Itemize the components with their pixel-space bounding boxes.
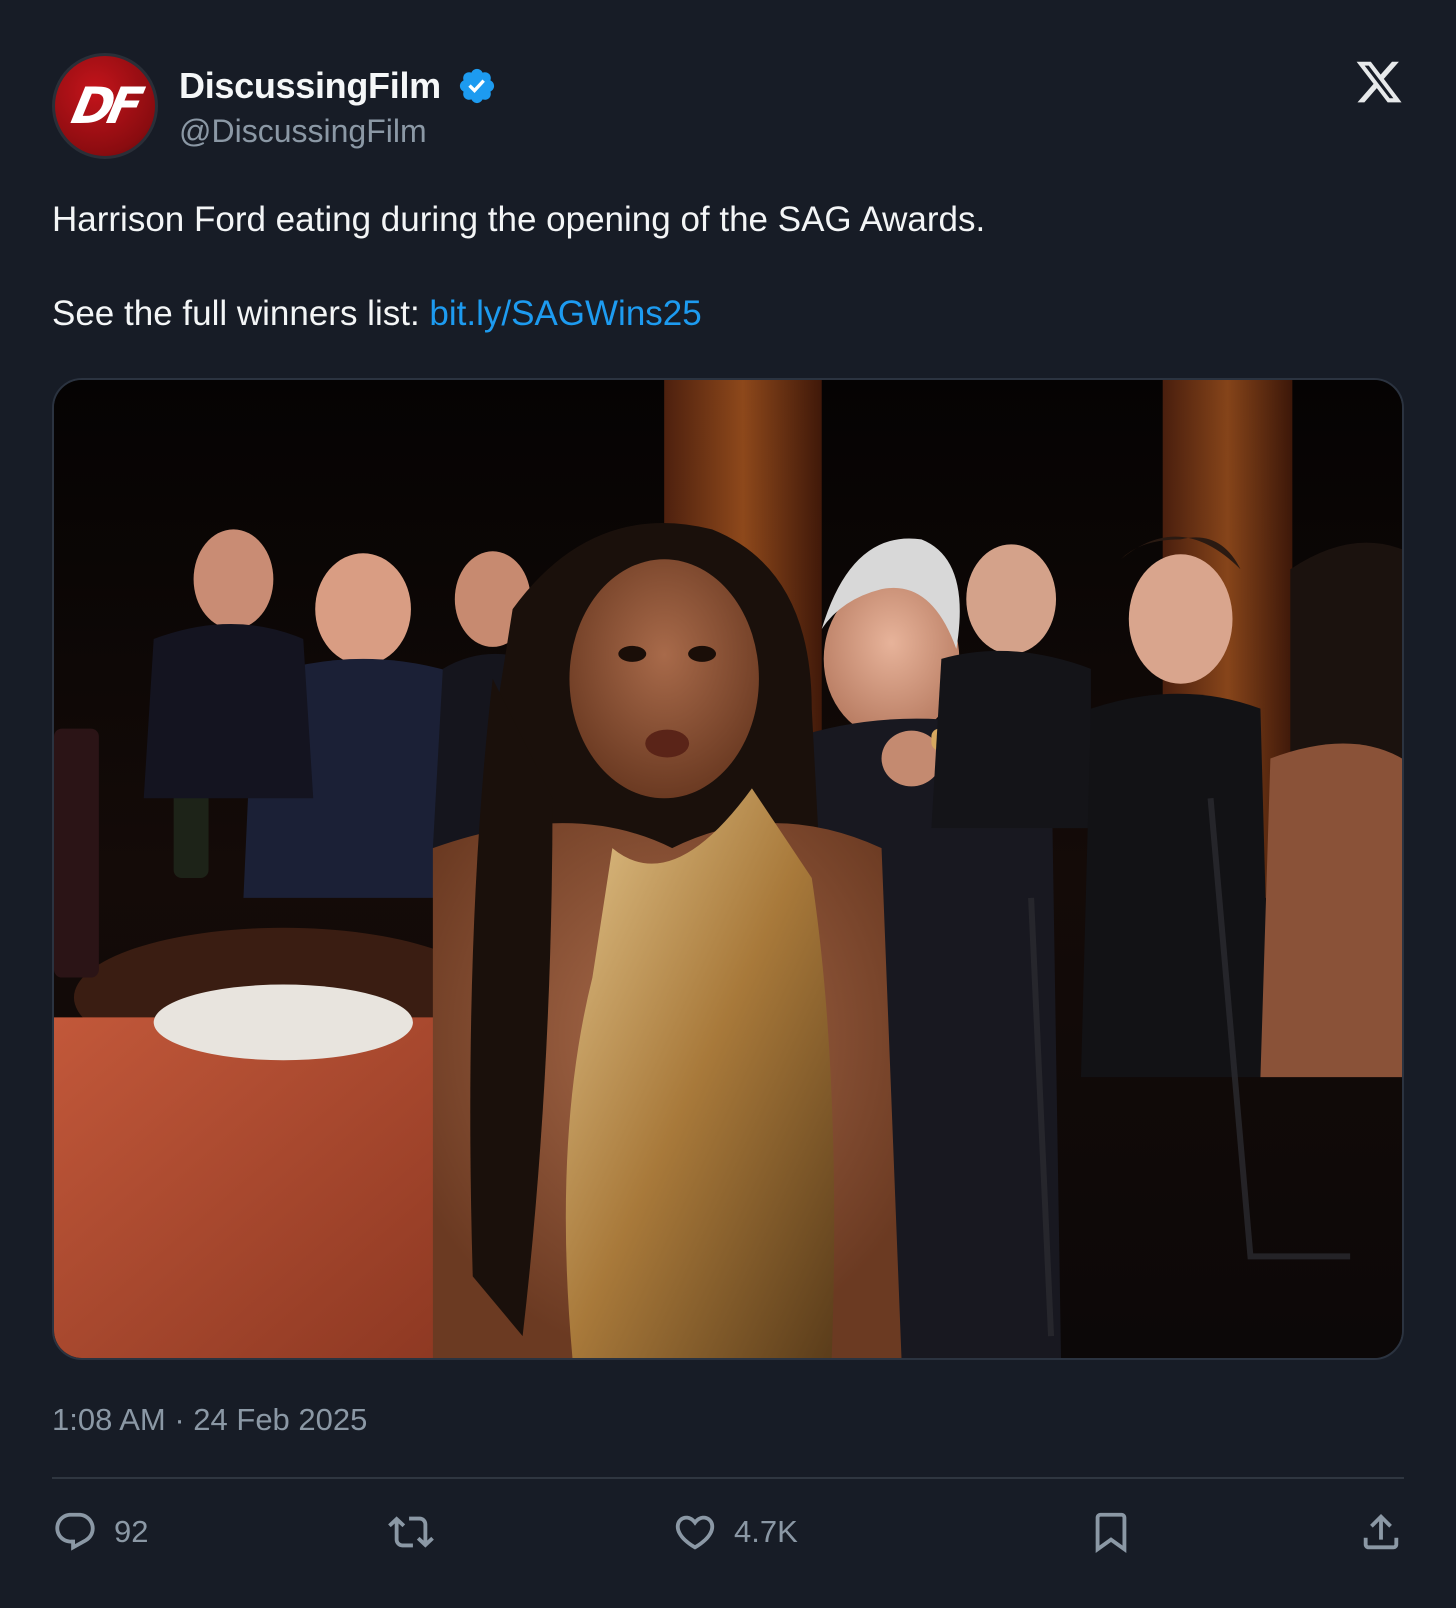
retweet-button[interactable]	[388, 1502, 434, 1562]
x-logo-icon[interactable]	[1354, 57, 1404, 107]
author-info: DiscussingFilm @DiscussingFilm	[179, 63, 497, 150]
tweet-media[interactable]	[52, 378, 1404, 1360]
tweet-card: DF DiscussingFilm @DiscussingFilm Harris…	[0, 0, 1456, 1608]
reply-count: 92	[114, 1514, 149, 1549]
display-name[interactable]: DiscussingFilm	[179, 65, 441, 107]
author-handle[interactable]: @DiscussingFilm	[179, 113, 497, 150]
bookmark-button[interactable]	[1088, 1502, 1134, 1562]
retweet-icon	[388, 1516, 434, 1548]
reply-button[interactable]: 92	[52, 1502, 148, 1562]
avatar[interactable]: DF	[52, 53, 158, 159]
tweet-header: DF DiscussingFilm @DiscussingFilm	[52, 53, 1404, 159]
tweet-line-2-prefix: See the full winners list:	[52, 294, 430, 333]
tweet-timestamp[interactable]: 1:08 AM · 24 Feb 2025	[52, 1402, 367, 1438]
tweet-line-2: See the full winners list: bit.ly/SAGWin…	[52, 290, 1392, 338]
share-icon	[1363, 1513, 1399, 1550]
avatar-logo: DF	[66, 77, 143, 135]
winners-link[interactable]: bit.ly/SAGWins25	[429, 294, 701, 333]
share-button[interactable]	[1358, 1502, 1404, 1562]
display-name-row: DiscussingFilm	[179, 63, 497, 109]
bookmark-icon	[1095, 1512, 1127, 1553]
divider	[52, 1477, 1404, 1479]
action-bar: 92 4.7K	[52, 1502, 1404, 1562]
media-photo	[54, 380, 1402, 1358]
tweet-text: Harrison Ford eating during the opening …	[52, 196, 1392, 384]
reply-icon	[55, 1512, 95, 1551]
like-button[interactable]: 4.7K	[672, 1502, 798, 1562]
heart-icon	[675, 1515, 715, 1550]
like-count: 4.7K	[734, 1514, 798, 1549]
verified-badge-icon	[459, 68, 494, 104]
tweet-line-1: Harrison Ford eating during the opening …	[52, 200, 986, 239]
